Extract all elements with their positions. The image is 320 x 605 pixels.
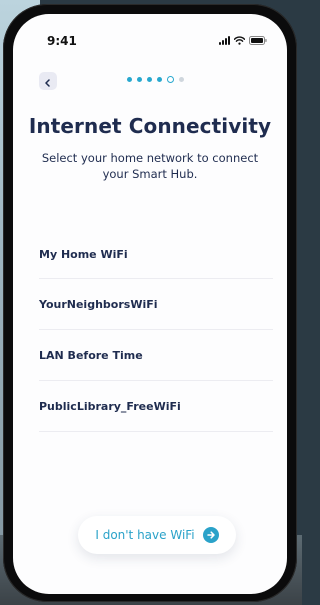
progress-dot-current xyxy=(167,76,174,83)
progress-dot-6 xyxy=(179,77,184,82)
progress-dot-4 xyxy=(157,77,162,82)
progress-dot-3 xyxy=(147,77,152,82)
status-icons xyxy=(219,36,267,45)
status-time: 9:41 xyxy=(47,34,77,48)
network-item-my-home-wifi[interactable]: My Home WiFi xyxy=(39,230,273,279)
network-name: YourNeighborsWiFi xyxy=(39,297,158,311)
battery-icon xyxy=(249,36,267,45)
chevron-left-icon xyxy=(44,72,52,91)
back-button[interactable] xyxy=(39,72,57,90)
progress-dot-2 xyxy=(137,77,142,82)
network-name: LAN Before Time xyxy=(39,348,143,362)
cellular-signal-icon xyxy=(219,36,230,45)
no-wifi-button[interactable]: I don't have WiFi xyxy=(78,516,236,554)
network-name: My Home WiFi xyxy=(39,247,128,261)
page-subtitle: Select your home network to connect your… xyxy=(41,151,259,181)
progress-dot-1 xyxy=(127,77,132,82)
status-bar: 9:41 xyxy=(13,14,287,58)
no-wifi-label: I don't have WiFi xyxy=(95,528,195,542)
phone-frame: 9:41 Internet Connectivity Select your h… xyxy=(3,4,297,602)
network-item-your-neighbors-wifi[interactable]: YourNeighborsWiFi xyxy=(39,279,273,330)
network-item-lan-before-time[interactable]: LAN Before Time xyxy=(39,330,273,381)
network-name: PublicLibrary_FreeWiFi xyxy=(39,399,181,413)
wifi-icon xyxy=(234,36,245,45)
progress-indicator xyxy=(127,76,184,83)
page-title: Internet Connectivity xyxy=(28,114,272,138)
phone-screen: 9:41 Internet Connectivity Select your h… xyxy=(13,14,287,594)
arrow-right-icon xyxy=(202,527,219,543)
network-list: My Home WiFi YourNeighborsWiFi LAN Befor… xyxy=(39,230,273,432)
network-item-public-library-free-wifi[interactable]: PublicLibrary_FreeWiFi xyxy=(39,381,273,432)
